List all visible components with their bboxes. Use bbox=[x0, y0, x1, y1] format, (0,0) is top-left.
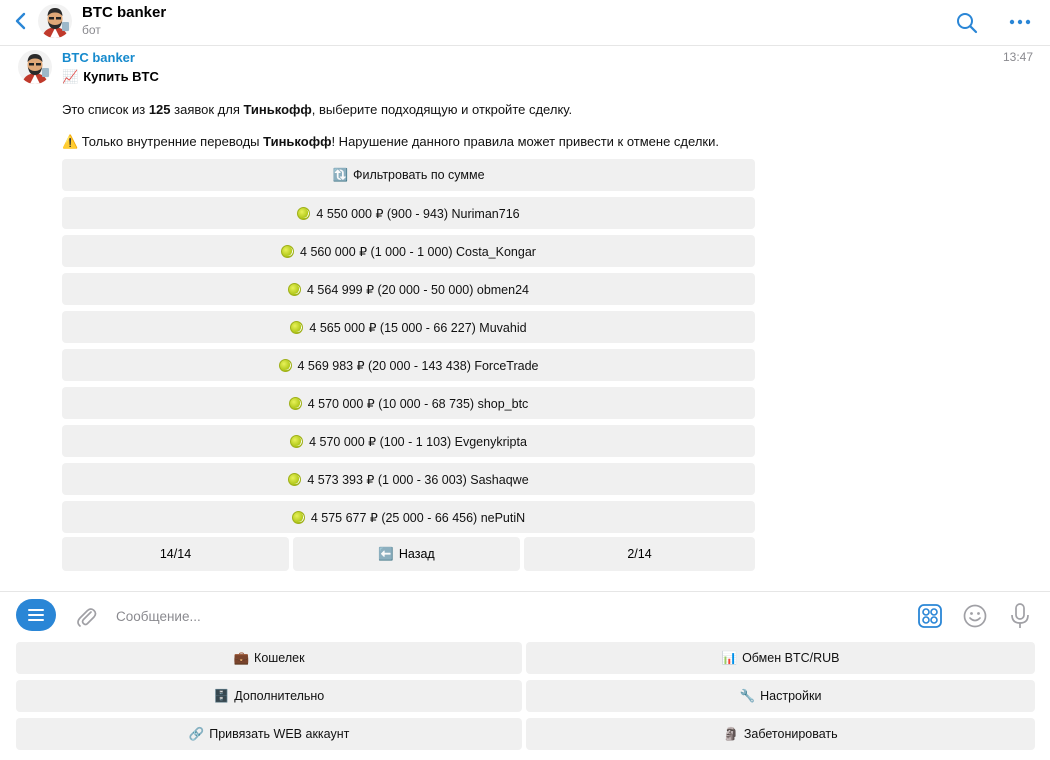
paperclip-icon[interactable] bbox=[74, 603, 98, 629]
link-icon: 🔗 bbox=[188, 726, 205, 741]
offer-label: 4 569 983 ₽ (20 000 - 143 438) ForceTrad… bbox=[297, 358, 539, 373]
wallet-label: Кошелек bbox=[254, 651, 305, 665]
message-sender[interactable]: BTC banker bbox=[62, 50, 135, 65]
search-icon[interactable] bbox=[955, 11, 979, 35]
refresh-arrows-icon: 🔃 bbox=[332, 167, 349, 182]
chat-subtitle: бот bbox=[82, 23, 101, 37]
bot-keyboard-icon[interactable] bbox=[917, 603, 943, 629]
tennis-ball-icon bbox=[290, 320, 304, 334]
offer-label: 4 565 000 ₽ (15 000 - 66 227) Muvahid bbox=[309, 320, 527, 335]
wallet-button[interactable]: 💼 Кошелек bbox=[16, 642, 522, 674]
offer-label: 4 560 000 ₽ (1 000 - 1 000) Costa_Kongar bbox=[300, 244, 536, 259]
link-web-label: Привязать WEB аккаунт bbox=[209, 727, 350, 741]
offer-button[interactable]: 4 560 000 ₽ (1 000 - 1 000) Costa_Kongar bbox=[62, 235, 755, 267]
link-web-account-button[interactable]: 🔗 Привязать WEB аккаунт bbox=[16, 718, 522, 750]
left-arrow-icon: ⬅️ bbox=[378, 546, 394, 561]
offer-button[interactable]: 4 570 000 ₽ (10 000 - 68 735) shop_btc bbox=[62, 387, 755, 419]
message-line-1: Это список из 125 заявок для Тинькофф, в… bbox=[62, 102, 572, 117]
bot-menu-button[interactable] bbox=[16, 599, 56, 631]
order-count: 125 bbox=[148, 102, 171, 117]
offer-label: 4 573 393 ₽ (1 000 - 36 003) Sashaqwe bbox=[307, 472, 529, 487]
moai-icon: 🗿 bbox=[723, 726, 739, 741]
tennis-ball-icon bbox=[288, 396, 302, 410]
tennis-ball-icon bbox=[287, 282, 301, 296]
filter-by-amount-button[interactable]: 🔃 Фильтровать по сумме bbox=[62, 159, 755, 191]
concrete-label: Забетонировать bbox=[743, 727, 838, 741]
concrete-button[interactable]: 🗿 Забетонировать bbox=[526, 718, 1035, 750]
line2-text-a: Только внутренние переводы bbox=[78, 134, 264, 149]
composer-divider bbox=[0, 591, 1050, 592]
exchange-label: Обмен BTC/RUB bbox=[742, 651, 840, 665]
offer-label: 4 570 000 ₽ (100 - 1 103) Evgenykripta bbox=[309, 434, 527, 449]
tennis-ball-icon bbox=[288, 472, 302, 486]
sender-avatar[interactable] bbox=[18, 50, 52, 84]
message-input[interactable] bbox=[116, 603, 896, 629]
back-label: Назад bbox=[398, 547, 435, 561]
offer-button[interactable]: 4 565 000 ₽ (15 000 - 66 227) Muvahid bbox=[62, 311, 755, 343]
offer-button[interactable]: 4 550 000 ₽ (900 - 943) Nuriman716 bbox=[62, 197, 755, 229]
offer-button[interactable]: 4 564 999 ₽ (20 000 - 50 000) obmen24 bbox=[62, 273, 755, 305]
additional-label: Дополнительно bbox=[234, 689, 325, 703]
filter-label: Фильтровать по сумме bbox=[353, 168, 485, 182]
offer-label: 4 575 677 ₽ (25 000 - 66 456) nePutiN bbox=[310, 510, 526, 525]
warning-icon: ⚠️ bbox=[62, 135, 79, 150]
settings-button[interactable]: 🔧 Настройки bbox=[526, 680, 1035, 712]
tennis-ball-icon bbox=[297, 206, 311, 220]
file-cabinet-icon: 🗄️ bbox=[213, 688, 230, 703]
briefcase-icon: 💼 bbox=[233, 650, 250, 665]
bar-chart-icon: 📊 bbox=[721, 650, 738, 665]
exchange-button[interactable]: 📊 Обмен BTC/RUB bbox=[526, 642, 1035, 674]
chat-header: BTC banker бот bbox=[0, 0, 1050, 46]
tennis-ball-icon bbox=[290, 434, 304, 448]
line1-text-b: заявок для bbox=[170, 102, 244, 117]
bot-avatar[interactable] bbox=[38, 4, 72, 38]
last-page-button[interactable]: 14/14 bbox=[62, 537, 289, 571]
more-options-icon[interactable] bbox=[1008, 12, 1032, 32]
line1-text-c: , выберите подходящую и откройте сделку. bbox=[311, 102, 573, 117]
tennis-ball-icon bbox=[281, 244, 295, 258]
bank-name: Тинькофф bbox=[243, 102, 312, 117]
offer-button[interactable]: 4 575 677 ₽ (25 000 - 66 456) nePutiN bbox=[62, 501, 755, 533]
microphone-icon[interactable] bbox=[1009, 602, 1031, 630]
next-page-label: 2/14 bbox=[627, 547, 652, 561]
message-line-2: ⚠️ Только внутренние переводы Тинькофф! … bbox=[62, 134, 719, 150]
tennis-ball-icon bbox=[291, 510, 305, 524]
wrench-icon: 🔧 bbox=[739, 688, 756, 703]
back-button[interactable]: ⬅️ Назад bbox=[293, 537, 520, 571]
settings-label: Настройки bbox=[760, 689, 822, 703]
offer-button[interactable]: 4 570 000 ₽ (100 - 1 103) Evgenykripta bbox=[62, 425, 755, 457]
bank-name-2: Тинькофф bbox=[263, 134, 332, 149]
chart-increasing-icon: 📈 bbox=[62, 70, 79, 85]
message-heading: 📈 Купить BTC bbox=[62, 69, 159, 85]
message-time: 13:47 bbox=[1003, 50, 1034, 64]
offer-label: 4 564 999 ₽ (20 000 - 50 000) obmen24 bbox=[306, 282, 529, 297]
heading-text: Купить BTC bbox=[83, 69, 159, 84]
chat-title[interactable]: BTC banker bbox=[82, 4, 166, 21]
offer-label: 4 570 000 ₽ (10 000 - 68 735) shop_btc bbox=[307, 396, 529, 411]
additional-button[interactable]: 🗄️ Дополнительно bbox=[16, 680, 522, 712]
offer-button[interactable]: 4 573 393 ₽ (1 000 - 36 003) Sashaqwe bbox=[62, 463, 755, 495]
last-page-label: 14/14 bbox=[159, 547, 192, 561]
line2-text-b: ! Нарушение данного правила может привес… bbox=[331, 134, 719, 149]
smiley-icon[interactable] bbox=[962, 603, 988, 629]
offer-button[interactable]: 4 569 983 ₽ (20 000 - 143 438) ForceTrad… bbox=[62, 349, 755, 381]
line1-text-a: Это список из bbox=[62, 102, 149, 117]
offer-label: 4 550 000 ₽ (900 - 943) Nuriman716 bbox=[316, 206, 520, 221]
tennis-ball-icon bbox=[278, 358, 292, 372]
next-page-button[interactable]: 2/14 bbox=[524, 537, 755, 571]
back-arrow-icon[interactable] bbox=[10, 10, 32, 32]
